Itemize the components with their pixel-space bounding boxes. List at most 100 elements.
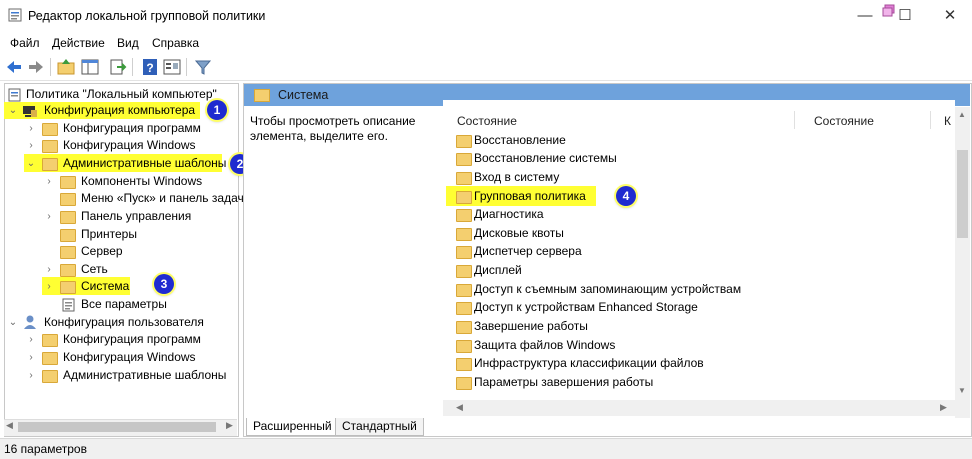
menu-file[interactable]: Файл	[10, 36, 40, 50]
column-separator[interactable]	[930, 111, 931, 129]
folder-icon	[456, 209, 472, 222]
tree-label: Конфигурация Windows	[63, 350, 196, 364]
tree-label: Конфигурация пользователя	[44, 315, 204, 329]
folder-icon	[456, 191, 472, 204]
scroll-left-icon[interactable]: ◀	[6, 420, 13, 431]
folder-icon	[42, 158, 58, 171]
chevron-right-icon[interactable]: ›	[26, 137, 36, 154]
status-bar	[0, 438, 972, 459]
folder-icon	[42, 140, 58, 153]
folder-icon	[456, 284, 472, 297]
properties-icon[interactable]	[162, 57, 182, 77]
scroll-right-icon[interactable]: ▶	[940, 402, 947, 413]
tree-label: Компоненты Windows	[81, 174, 203, 188]
list-scroll-thumb[interactable]	[957, 150, 968, 238]
back-icon[interactable]	[4, 57, 24, 77]
column-header-state[interactable]: Состояние	[457, 114, 517, 128]
tree-label: Конфигурация программ	[63, 121, 201, 135]
chevron-right-icon[interactable]: ›	[26, 331, 36, 348]
settings-list-icon	[62, 298, 75, 312]
list-horizontal-scrollbar[interactable]	[443, 400, 955, 416]
status-text: 16 параметров	[4, 442, 87, 456]
help-icon[interactable]: ?	[140, 57, 160, 77]
close-button[interactable]: ✕	[940, 6, 960, 26]
folder-icon	[60, 264, 76, 277]
chevron-right-icon[interactable]: ›	[26, 367, 36, 384]
scroll-down-icon[interactable]: ▼	[958, 386, 966, 395]
folder-icon	[60, 281, 76, 294]
tree-root-label: Политика "Локальный компьютер"	[26, 87, 217, 101]
chevron-right-icon[interactable]: ›	[26, 349, 36, 366]
tree-label: Сеть	[81, 262, 108, 276]
folder-icon	[60, 246, 76, 259]
toolbar-separator	[50, 58, 51, 76]
up-folder-icon[interactable]	[56, 57, 76, 77]
tree-label: Конфигурация программ	[63, 332, 201, 346]
step-badge-4: 4	[616, 186, 636, 206]
folder-icon	[456, 153, 472, 166]
tree-label: Принтеры	[81, 227, 137, 241]
chevron-down-icon[interactable]: ⌄	[8, 102, 18, 119]
step-badge-3: 3	[154, 274, 174, 294]
export-icon[interactable]	[108, 57, 128, 77]
filter-icon[interactable]	[193, 57, 213, 77]
folder-icon	[60, 211, 76, 224]
column-header-state-2[interactable]: Состояние	[814, 114, 874, 128]
window-title: Редактор локальной групповой политики	[28, 9, 266, 23]
svg-text:?: ?	[146, 61, 153, 75]
chevron-down-icon[interactable]: ⌄	[8, 314, 18, 331]
tree-label: Меню «Пуск» и панель задач	[81, 191, 244, 205]
folder-icon	[60, 193, 76, 206]
policy-icon	[8, 88, 21, 102]
tree-label: Конфигурация компьютера	[44, 103, 196, 117]
tree-label: Система	[81, 279, 130, 293]
folder-icon	[456, 265, 472, 278]
chevron-down-icon[interactable]: ⌄	[26, 155, 36, 172]
chevron-right-icon[interactable]: ›	[44, 208, 54, 225]
description-text: Чтобы просмотреть описание элемента, выд…	[250, 114, 416, 143]
step-badge-1: 1	[207, 100, 227, 120]
scroll-up-icon[interactable]: ▲	[958, 110, 966, 119]
folder-icon	[456, 302, 472, 315]
menu-view[interactable]: Вид	[117, 36, 139, 50]
toolbar-separator	[186, 58, 187, 76]
tree-scroll-thumb[interactable]	[18, 422, 216, 432]
folder-icon	[456, 321, 472, 334]
folder-icon	[42, 123, 58, 136]
menu-bar	[0, 32, 972, 54]
show-tree-icon[interactable]	[80, 57, 100, 77]
toolbar-separator	[132, 58, 133, 76]
folder-icon	[60, 229, 76, 242]
computer-icon	[23, 106, 37, 117]
tree-label: Все параметры	[81, 297, 167, 311]
user-icon	[24, 315, 36, 329]
app-icon	[8, 8, 22, 22]
folder-icon	[254, 89, 270, 102]
tree-label: Административные шаблоны	[63, 368, 227, 382]
maximize-button[interactable]: ☐	[895, 6, 915, 26]
tree-label: Сервер	[81, 244, 123, 258]
folder-icon	[60, 176, 76, 189]
chevron-right-icon[interactable]: ›	[44, 173, 54, 190]
scroll-right-icon[interactable]: ▶	[226, 420, 233, 431]
tree-label: Административные шаблоны	[63, 156, 227, 170]
tab-extended[interactable]: Расширенный	[246, 418, 339, 436]
scroll-left-icon[interactable]: ◀	[456, 402, 463, 413]
folder-icon	[42, 334, 58, 347]
folder-icon	[42, 352, 58, 365]
folder-icon	[42, 370, 58, 383]
tab-standard[interactable]: Стандартный	[335, 418, 424, 436]
folder-icon	[456, 340, 472, 353]
folder-icon	[456, 172, 472, 185]
forward-icon[interactable]	[26, 57, 46, 77]
tree-label: Конфигурация Windows	[63, 138, 196, 152]
chevron-right-icon[interactable]: ›	[44, 278, 54, 295]
menu-help[interactable]: Справка	[152, 36, 199, 50]
chevron-right-icon[interactable]: ›	[26, 120, 36, 137]
minimize-button[interactable]: —	[855, 6, 875, 26]
column-separator[interactable]	[794, 111, 795, 129]
menu-action[interactable]: Действие	[52, 36, 105, 50]
folder-icon	[456, 358, 472, 371]
chevron-right-icon[interactable]: ›	[44, 261, 54, 278]
column-header-more[interactable]: К	[944, 114, 951, 128]
